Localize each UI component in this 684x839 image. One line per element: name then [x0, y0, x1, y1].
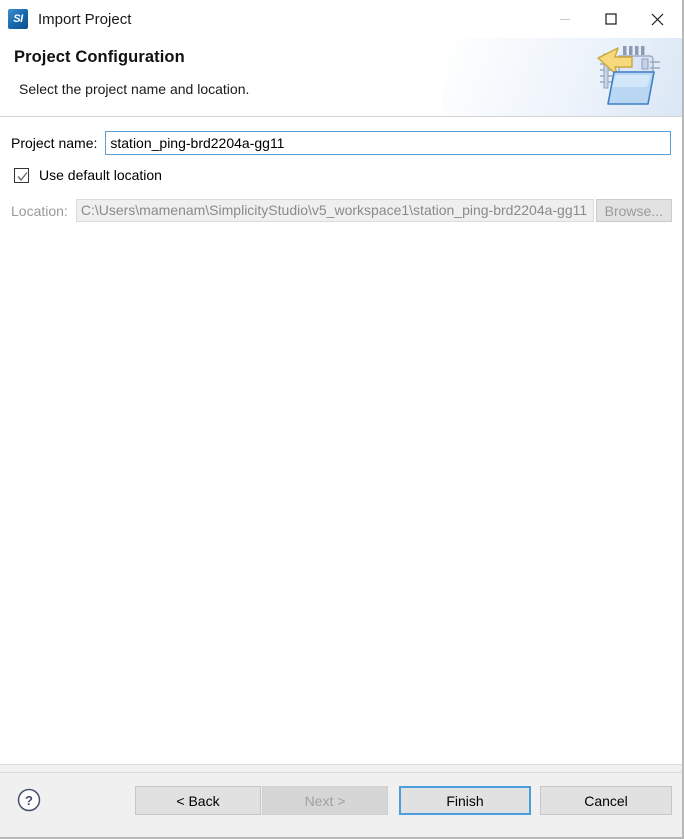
checkbox-box[interactable] [14, 167, 29, 183]
import-folder-icon [597, 46, 660, 105]
dialog-content: Project name: Use default location Locat… [0, 117, 682, 764]
dialog-footer: ? < Back Next > Finish Cancel [0, 764, 682, 837]
use-default-location-checkbox[interactable]: Use default location [14, 167, 162, 183]
window-title: Import Project [38, 10, 132, 28]
location-field: C:\Users\mamenam\SimplicityStudio\v5_wor… [75, 199, 594, 222]
project-name-input[interactable] [104, 130, 672, 156]
import-project-dialog: SI Import Project Project Configuration … [0, 0, 684, 839]
wizard-header: Project Configuration Select the project… [0, 38, 682, 117]
cancel-button[interactable]: Cancel [540, 786, 672, 815]
browse-button[interactable]: Browse... [595, 199, 672, 222]
minimize-icon [560, 19, 570, 20]
use-default-location-label: Use default location [39, 167, 162, 183]
next-button[interactable]: Next > [262, 786, 388, 815]
project-name-label: Project name: [11, 135, 98, 151]
checkmark-icon [17, 171, 28, 181]
location-label: Location: [11, 202, 68, 219]
page-subtitle: Select the project name and location. [19, 81, 250, 97]
location-row: Location: C:\Users\mamenam\SimplicityStu… [11, 199, 672, 222]
footer-button-group: < Back Next > Finish Cancel [135, 786, 672, 815]
help-button[interactable]: ? [16, 787, 42, 813]
title-bar: SI Import Project [0, 0, 682, 38]
maximize-icon [605, 13, 617, 25]
maximize-button[interactable] [588, 3, 634, 35]
window-controls [542, 0, 680, 38]
finish-button[interactable]: Finish [399, 786, 531, 815]
simplicity-studio-icon: SI [8, 9, 28, 29]
project-name-row: Project name: [11, 130, 672, 156]
close-button[interactable] [634, 3, 680, 35]
svg-text:?: ? [25, 793, 33, 808]
minimize-button[interactable] [542, 3, 588, 35]
close-icon [651, 13, 663, 25]
back-button[interactable]: < Back [135, 786, 261, 815]
help-circle-icon: ? [17, 788, 41, 812]
footer-separator [0, 772, 682, 773]
page-title: Project Configuration [14, 48, 185, 66]
